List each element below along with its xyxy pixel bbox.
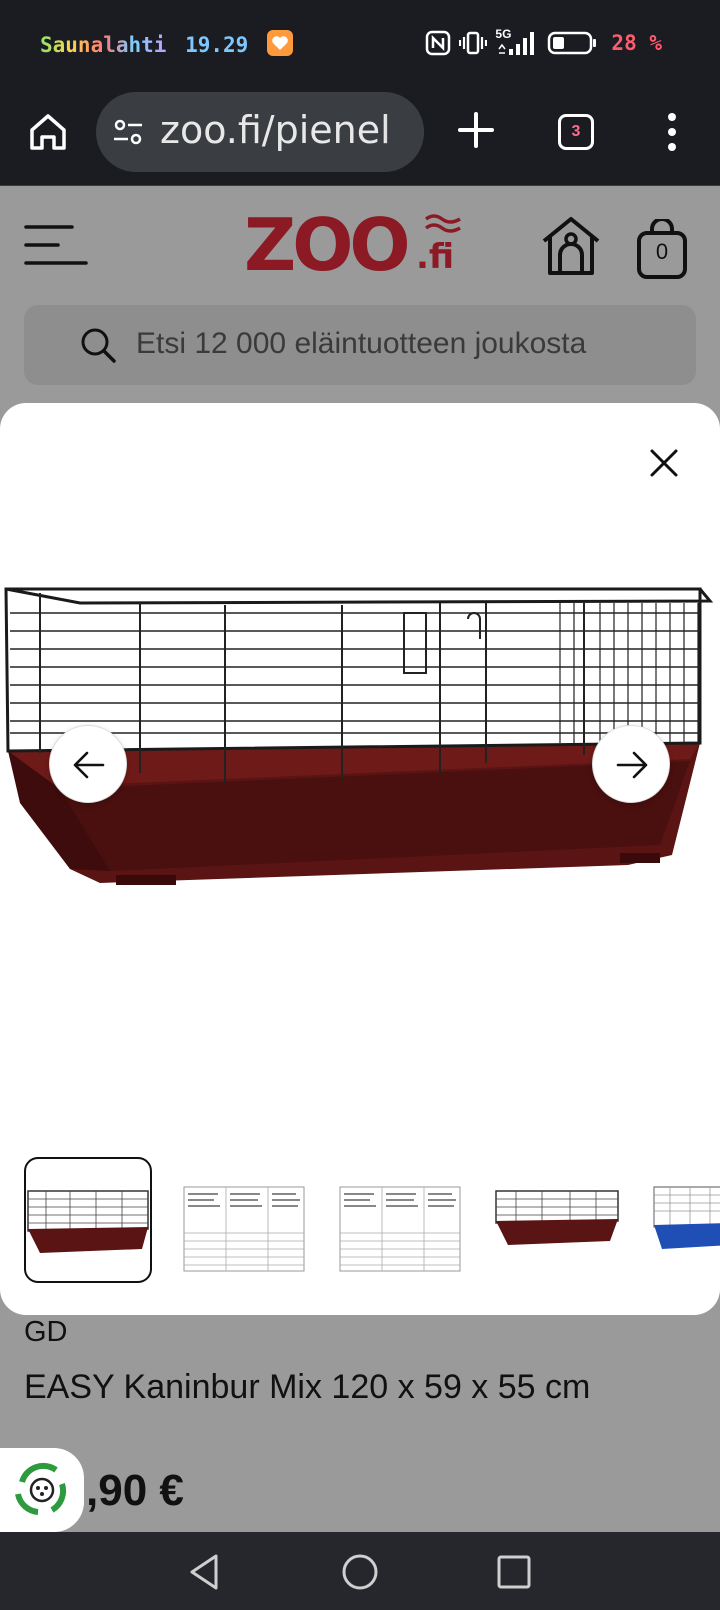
search-placeholder: Etsi 12 000 eläintuotteen joukosta	[136, 327, 587, 360]
cart-button[interactable]: 0	[636, 217, 688, 279]
thumbnail-table-image	[183, 1186, 305, 1272]
status-bar: Saunalahti 19.29 5G 28 %	[0, 0, 720, 86]
thumbnail-4[interactable]	[492, 1157, 620, 1283]
url-fade	[384, 92, 424, 172]
system-nav-bar	[0, 1532, 720, 1610]
url-text: zoo.fi/pienel	[160, 108, 391, 152]
more-vert-icon[interactable]	[662, 110, 682, 154]
status-time: 19.29	[185, 33, 249, 57]
prev-image-button[interactable]	[49, 725, 127, 803]
next-image-button[interactable]	[592, 725, 670, 803]
plus-icon[interactable]	[456, 110, 496, 150]
back-icon[interactable]	[186, 1552, 226, 1592]
thumbnail-cage-image	[27, 1190, 149, 1253]
thumbnail-3[interactable]	[336, 1157, 464, 1283]
signal-icon: 5G	[495, 27, 539, 57]
arrow-left-icon	[73, 751, 105, 779]
product-title: EASY Kaninbur Mix 120 x 59 x 55 cm	[24, 1368, 591, 1406]
thumbnail-1[interactable]	[24, 1157, 152, 1283]
dog-house-icon[interactable]	[540, 215, 602, 277]
logo-suffix: .fi	[416, 237, 455, 277]
product-brand[interactable]: GD	[24, 1316, 68, 1349]
hamburger-menu-icon[interactable]	[24, 223, 88, 267]
nfc-icon	[426, 30, 451, 56]
status-icons: 5G 28 %	[425, 27, 662, 58]
arrow-right-icon	[616, 751, 648, 779]
thumbnail-table-image	[339, 1186, 461, 1272]
thumbnail-5[interactable]	[650, 1157, 720, 1283]
thumbnail-2[interactable]	[180, 1157, 308, 1283]
logo-waves-icon	[424, 214, 461, 233]
home-circle-icon[interactable]	[340, 1552, 380, 1592]
recycle-icon	[15, 1462, 67, 1515]
search-icon	[81, 328, 116, 363]
eco-badge[interactable]	[0, 1448, 84, 1532]
thumbnail-cage-blue-image	[653, 1186, 720, 1249]
thumbnail-cage-image	[495, 1190, 619, 1245]
browser-toolbar: zoo.fi/pienel 3	[0, 86, 720, 186]
carrier-time: Saunalahti 19.29	[40, 30, 293, 57]
site-logo[interactable]: ZOO .fi	[244, 203, 474, 287]
heart-app-icon	[266, 30, 293, 56]
home-icon[interactable]	[26, 110, 70, 154]
address-bar[interactable]: zoo.fi/pienel	[96, 92, 424, 172]
vibrate-icon	[459, 31, 488, 55]
cart-count: 0	[655, 239, 669, 264]
site-header: ZOO .fi 0 Etsi 12 000 eläintuotteen jouk…	[0, 187, 720, 403]
product-price: ,90 €	[86, 1466, 184, 1515]
image-gallery-modal	[0, 403, 720, 1315]
thumbnail-strip	[0, 1155, 720, 1287]
battery-icon	[548, 31, 597, 55]
close-icon[interactable]	[644, 443, 684, 483]
tab-switcher-button[interactable]: 3	[558, 114, 594, 150]
recents-icon[interactable]	[494, 1552, 534, 1592]
search-input[interactable]: Etsi 12 000 eläintuotteen joukosta	[24, 305, 696, 385]
tune-icon[interactable]	[112, 118, 144, 146]
battery-percent: 28 %	[611, 31, 662, 55]
carrier-name: Saunalahti	[40, 33, 167, 57]
logo-text: ZOO	[244, 203, 411, 287]
